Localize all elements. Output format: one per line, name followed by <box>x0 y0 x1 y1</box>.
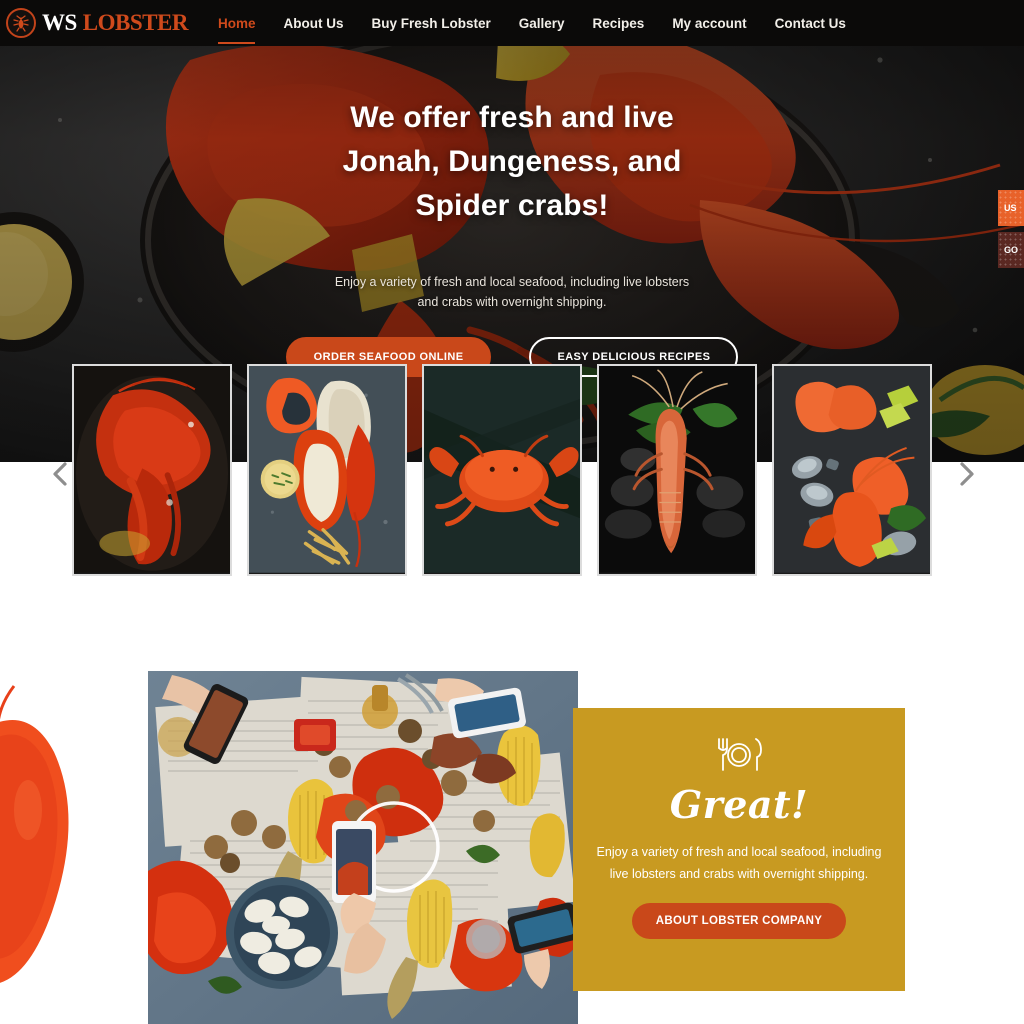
card-description-line-2: live lobsters and crabs with overnight s… <box>609 867 869 881</box>
carousel-slide-1[interactable] <box>72 364 232 576</box>
hero-title: We offer fresh and live Jonah, Dungeness… <box>0 96 1024 228</box>
nav-item-my-account[interactable]: My account <box>658 0 760 46</box>
card-heading: Great! <box>669 782 809 827</box>
site-logo[interactable]: WS LOBSTER <box>0 8 188 38</box>
card-description-line-1: Enjoy a variety of fresh and local seafo… <box>596 845 882 859</box>
hero-title-line-2: Jonah, Dungeness, and <box>342 145 682 178</box>
carousel-prev-button[interactable] <box>48 462 72 486</box>
hero-subtitle: Enjoy a variety of fresh and local seafo… <box>0 272 1024 312</box>
chevron-left-icon <box>53 462 67 486</box>
nav-item-home[interactable]: Home <box>204 0 270 46</box>
carousel-slide-3[interactable] <box>422 364 582 576</box>
nav-item-gallery[interactable]: Gallery <box>505 0 579 46</box>
side-tab-go[interactable]: GO <box>998 232 1024 268</box>
hero-title-line-3: Spider crabs! <box>415 189 609 222</box>
about-feature-section: Great! Enjoy a variety of fresh and loca… <box>0 615 1024 1024</box>
logo-text-ws: WS <box>42 10 77 35</box>
card-description: Enjoy a variety of fresh and local seafo… <box>589 841 889 885</box>
image-carousel <box>0 364 1024 576</box>
main-navigation: Home About Us Buy Fresh Lobster Gallery … <box>204 0 860 46</box>
carousel-thumbnails <box>72 364 932 576</box>
carousel-next-button[interactable] <box>955 462 979 486</box>
carousel-slide-4[interactable] <box>597 364 757 576</box>
hero-content: We offer fresh and live Jonah, Dungeness… <box>0 96 1024 377</box>
whole-red-lobster-image <box>74 366 230 573</box>
lobster-emblem-icon <box>6 8 36 38</box>
lobster-and-oysters-platter-image <box>774 366 930 573</box>
about-lobster-company-button[interactable]: ABOUT LOBSTER COMPANY <box>631 903 847 939</box>
side-tab-usa[interactable]: US <box>998 190 1024 226</box>
page-root: We offer fresh and live Jonah, Dungeness… <box>0 0 1024 1024</box>
spiny-lobster-on-stones-image <box>599 366 755 573</box>
side-tab-group: US GO <box>998 190 1024 268</box>
site-header: WS LOBSTER Home About Us Buy Fresh Lobst… <box>0 0 1024 46</box>
about-card: Great! Enjoy a variety of fresh and loca… <box>573 708 905 991</box>
hero-subtitle-line-2: and crabs with overnight shipping. <box>417 295 607 309</box>
cooked-crab-image <box>424 366 580 573</box>
carousel-slide-5[interactable] <box>772 364 932 576</box>
lobster-claw-decoration-icon <box>0 685 69 983</box>
hero-title-line-1: We offer fresh and live <box>350 101 674 134</box>
nav-item-contact-us[interactable]: Contact Us <box>761 0 860 46</box>
nav-item-recipes[interactable]: Recipes <box>579 0 659 46</box>
cutlery-plate-icon <box>718 738 762 771</box>
nav-item-about-us[interactable]: About Us <box>269 0 357 46</box>
chevron-right-icon <box>960 462 974 486</box>
seafood-boil-table-image <box>148 671 578 1024</box>
carousel-slide-2[interactable] <box>247 364 407 576</box>
logo-text-lobster: LOBSTER <box>82 10 189 35</box>
seafood-boil-photo <box>148 671 578 1024</box>
hero-subtitle-line-1: Enjoy a variety of fresh and local seafo… <box>334 275 690 289</box>
nav-item-buy-fresh-lobster[interactable]: Buy Fresh Lobster <box>357 0 504 46</box>
split-lobster-with-fries-image <box>249 366 405 573</box>
